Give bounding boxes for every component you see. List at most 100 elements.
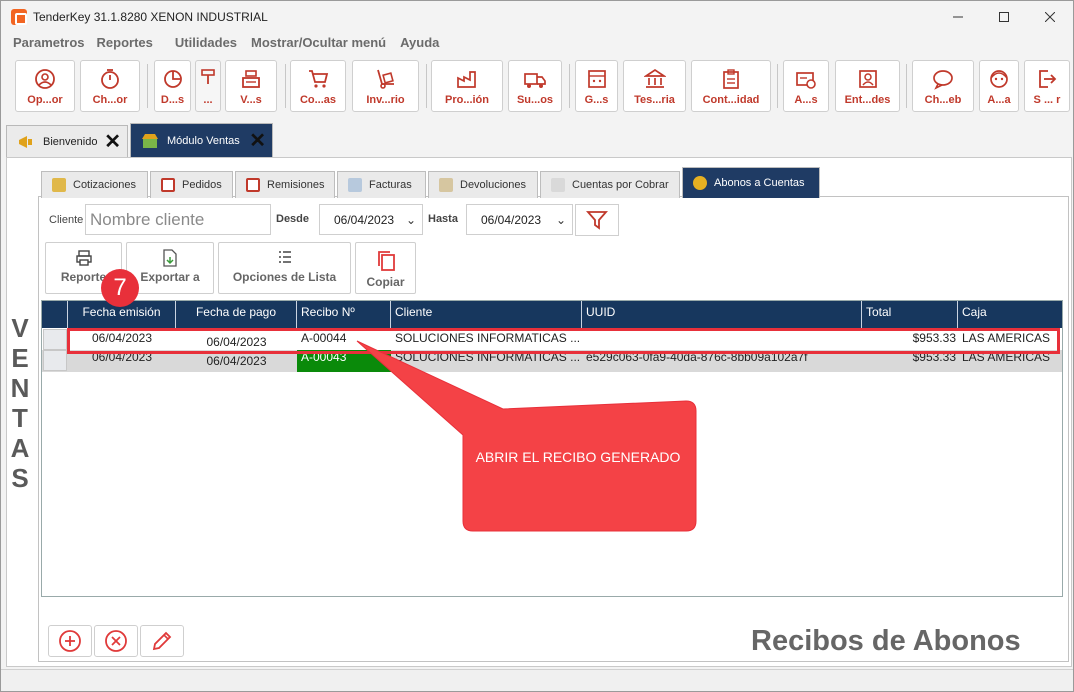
- toolbar-cheque-button[interactable]: Ch...or: [80, 60, 140, 112]
- cash-register-icon: [242, 70, 260, 88]
- clipboard-icon: [723, 69, 739, 89]
- factory-icon: [457, 71, 476, 88]
- truck-icon: [524, 73, 546, 88]
- chat-icon: [933, 70, 953, 90]
- doc-tab-modulo-ventas[interactable]: Módulo Ventas ✕: [130, 123, 273, 157]
- toolbar-ventas-button[interactable]: V...s: [225, 60, 277, 112]
- exit-icon: [1039, 70, 1057, 88]
- doc-tab-bienvenido[interactable]: Bienvenido ✕: [6, 125, 128, 157]
- cliente-label: Cliente: [49, 214, 84, 226]
- col-recibo[interactable]: Recibo Nº: [297, 301, 391, 328]
- opciones-de-lista-button[interactable]: Opciones de Lista: [218, 242, 351, 294]
- window-title: TenderKey 31.1.8280 XENON INDUSTRIAL: [33, 10, 268, 24]
- toolbar-inventario-button[interactable]: Inv...rio: [352, 60, 419, 112]
- toolbar-tesoreria-button[interactable]: Tes...ria: [623, 60, 686, 112]
- contact-card-icon: [858, 70, 877, 88]
- megaphone-icon: [19, 135, 32, 148]
- minimize-button[interactable]: [935, 1, 981, 33]
- toolbar-ayuda-button[interactable]: A...a: [979, 60, 1019, 112]
- close-tab-icon[interactable]: ✕: [249, 128, 266, 153]
- close-window-button[interactable]: [1027, 1, 1073, 33]
- menu-reportes[interactable]: Reportes: [93, 35, 161, 55]
- toolbar-compras-button[interactable]: Co...as: [290, 60, 346, 112]
- col-fecha-pago[interactable]: Fecha de pago: [176, 301, 297, 328]
- x-circle-icon: [105, 630, 127, 652]
- subtab-abonos-a-cuentas[interactable]: Abonos a Cuentas: [682, 167, 820, 198]
- toolbar-tools-button[interactable]: ...: [195, 60, 221, 112]
- step-number-badge: 7: [101, 269, 139, 307]
- callout-text: ABRIR EL RECIBO GENERADO: [475, 449, 681, 465]
- subtab-remisiones[interactable]: Remisiones: [235, 171, 335, 198]
- side-label-text: VENTAS: [10, 313, 30, 493]
- bank-icon: [643, 68, 666, 88]
- plus-circle-icon: [59, 630, 81, 652]
- coins-icon: [693, 176, 707, 190]
- section-title: Recibos de Abonos: [751, 625, 1021, 657]
- edit-button[interactable]: [140, 625, 184, 657]
- row-selector-header: [42, 301, 68, 328]
- menu-ayuda[interactable]: Ayuda: [394, 35, 447, 55]
- add-button[interactable]: [48, 625, 92, 657]
- app-window: TenderKey 31.1.8280 XENON INDUSTRIAL Par…: [0, 0, 1074, 692]
- doc-tab-label: Bienvenido: [43, 135, 98, 148]
- printer-icon: [75, 250, 92, 266]
- row-selector[interactable]: [43, 350, 67, 371]
- pencil-icon: [152, 631, 172, 651]
- remision-icon: [246, 178, 260, 192]
- main-toolbar: Op...or Ch...or D...s ... V...s Co...as …: [13, 60, 1073, 114]
- subtab-devoluciones[interactable]: Devoluciones: [428, 171, 538, 198]
- row-selector[interactable]: [43, 329, 67, 350]
- cliente-search-input[interactable]: Nombre cliente: [85, 204, 271, 235]
- calculator-icon: [587, 70, 606, 88]
- desde-label: Desde: [276, 213, 310, 225]
- status-bar: [1, 669, 1073, 691]
- cart-icon: [309, 70, 329, 88]
- chevron-down-icon: ⌄: [555, 212, 566, 227]
- close-tab-icon[interactable]: ✕: [104, 129, 121, 154]
- menu-mostrar-ocultar[interactable]: Mostrar/Ocultar menú: [245, 35, 394, 55]
- col-total[interactable]: Total: [862, 301, 958, 328]
- module-side-label: VENTAS: [9, 313, 31, 493]
- callout-arrow: [356, 340, 697, 532]
- hasta-date-picker[interactable]: 06/04/2023 ⌄: [466, 204, 573, 235]
- apply-filter-button[interactable]: [575, 204, 619, 236]
- col-cliente[interactable]: Cliente: [391, 301, 582, 328]
- toolbar-produccion-button[interactable]: Pro...ión: [431, 60, 503, 112]
- toolbar-gastos-button[interactable]: G...s: [575, 60, 618, 112]
- toolbar-dashboards-button[interactable]: D...s: [154, 60, 191, 112]
- toolbar-entidades-button[interactable]: Ent...des: [835, 60, 900, 112]
- maximize-button[interactable]: [981, 1, 1027, 33]
- filter-icon: [586, 211, 608, 230]
- store-icon: [142, 133, 158, 148]
- receivable-icon: [551, 178, 565, 192]
- copy-icon: [377, 251, 395, 271]
- invoice-icon: [348, 178, 362, 192]
- toolbar-operador-button[interactable]: Op...or: [15, 60, 75, 112]
- title-bar: TenderKey 31.1.8280 XENON INDUSTRIAL: [1, 1, 1073, 33]
- toolbar-salir-button[interactable]: S ... r: [1024, 60, 1070, 112]
- user-circle-icon: [35, 69, 55, 89]
- pie-chart-icon: [163, 70, 182, 88]
- col-uuid[interactable]: UUID: [582, 301, 862, 328]
- exportar-button[interactable]: Exportar a: [126, 242, 214, 294]
- toolbar-suministros-button[interactable]: Su...os: [508, 60, 562, 112]
- subtab-cuentas-por-cobrar[interactable]: Cuentas por Cobrar: [540, 171, 680, 198]
- toolbar-chat-web-button[interactable]: Ch...eb: [912, 60, 974, 112]
- copiar-button[interactable]: Copiar: [355, 242, 416, 294]
- toolbar-ajustes-button[interactable]: A...s: [783, 60, 829, 112]
- hand-truck-icon: [376, 69, 394, 89]
- cancel-button[interactable]: [94, 625, 138, 657]
- menu-utilidades[interactable]: Utilidades: [161, 35, 245, 55]
- col-caja[interactable]: Caja: [958, 301, 1062, 328]
- stopwatch-icon: [101, 69, 119, 89]
- order-icon: [161, 178, 175, 192]
- menu-parametros[interactable]: Parametros: [1, 35, 93, 55]
- tools-icon: [201, 69, 215, 84]
- subtab-pedidos[interactable]: Pedidos: [150, 171, 233, 198]
- desde-date-picker[interactable]: 06/04/2023 ⌄: [319, 204, 423, 235]
- support-agent-icon: [990, 70, 1008, 88]
- subtab-cotizaciones[interactable]: Cotizaciones: [41, 171, 148, 198]
- doc-tab-label: Módulo Ventas: [167, 134, 240, 147]
- toolbar-contabilidad-button[interactable]: Cont...idad: [691, 60, 771, 112]
- subtab-facturas[interactable]: Facturas: [337, 171, 426, 198]
